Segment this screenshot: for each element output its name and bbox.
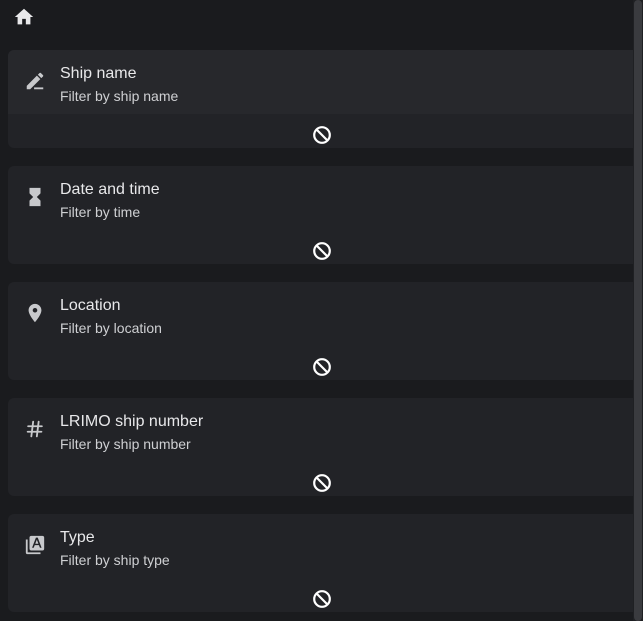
filter-header-ship-name[interactable]: Ship name Filter by ship name bbox=[8, 50, 633, 114]
block-icon bbox=[311, 356, 333, 378]
filter-header-ship-number[interactable]: LRIMO ship number Filter by ship number bbox=[8, 398, 633, 462]
clear-filter-button[interactable] bbox=[311, 588, 333, 610]
filter-header-type[interactable]: Type Filter by ship type bbox=[8, 514, 633, 578]
clear-filter-button[interactable] bbox=[311, 240, 333, 262]
filter-subtitle: Filter by location bbox=[60, 320, 162, 336]
clear-filter-button[interactable] bbox=[311, 356, 333, 378]
pencil-icon bbox=[24, 70, 46, 92]
filter-panel: Ship name Filter by ship name Date and t… bbox=[0, 0, 643, 621]
block-icon bbox=[311, 240, 333, 262]
filter-card-ship-name: Ship name Filter by ship name bbox=[8, 50, 633, 148]
filter-subtitle: Filter by ship name bbox=[60, 88, 179, 104]
scrollbar-thumb[interactable] bbox=[634, 0, 642, 621]
scrollbar[interactable] bbox=[633, 0, 643, 621]
filter-subtitle: Filter by ship number bbox=[60, 436, 191, 452]
filter-title: Date and time bbox=[60, 181, 160, 198]
block-icon bbox=[311, 124, 333, 146]
top-bar bbox=[0, 0, 633, 34]
clear-filter-button[interactable] bbox=[311, 472, 333, 494]
home-icon bbox=[13, 6, 35, 28]
filter-title: Type bbox=[60, 529, 95, 546]
type-library-icon bbox=[24, 534, 46, 556]
hash-icon bbox=[24, 418, 46, 440]
filter-title: Location bbox=[60, 297, 121, 314]
hourglass-icon bbox=[24, 186, 46, 208]
filter-list: Ship name Filter by ship name Date and t… bbox=[0, 0, 633, 621]
filter-card-location: Location Filter by location bbox=[8, 282, 633, 380]
filter-header-location[interactable]: Location Filter by location bbox=[8, 282, 633, 346]
filter-card-ship-number: LRIMO ship number Filter by ship number bbox=[8, 398, 633, 496]
block-icon bbox=[311, 588, 333, 610]
clear-filter-button[interactable] bbox=[311, 124, 333, 146]
filter-subtitle: Filter by ship type bbox=[60, 552, 170, 568]
block-icon bbox=[311, 472, 333, 494]
filter-title: Ship name bbox=[60, 65, 137, 82]
filter-subtitle: Filter by time bbox=[60, 204, 141, 220]
home-button[interactable] bbox=[12, 5, 36, 29]
filter-title: LRIMO ship number bbox=[60, 413, 204, 430]
filter-header-date-time[interactable]: Date and time Filter by time bbox=[8, 166, 633, 230]
location-pin-icon bbox=[24, 302, 46, 324]
filter-card-type: Type Filter by ship type bbox=[8, 514, 633, 612]
filter-card-date-time: Date and time Filter by time bbox=[8, 166, 633, 264]
